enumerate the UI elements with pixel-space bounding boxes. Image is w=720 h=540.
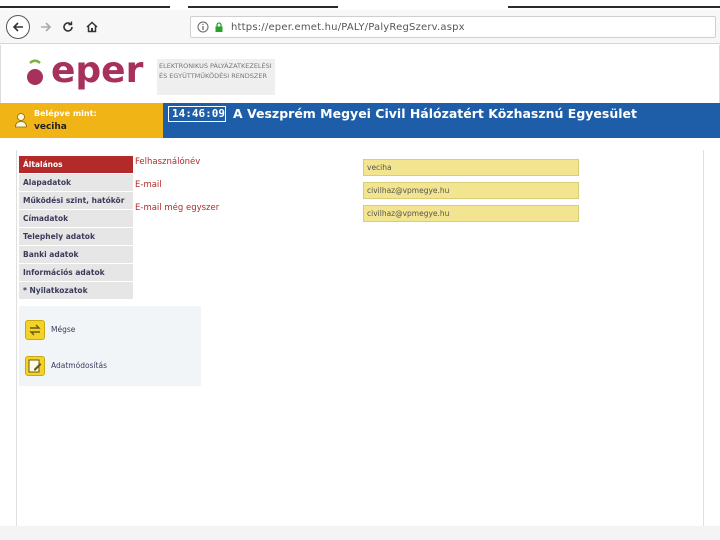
lock-icon	[215, 22, 223, 32]
login-username: veciha	[34, 122, 67, 132]
email-confirm-field[interactable]: civilhaz@vpmegye.hu	[363, 205, 579, 222]
sidebar-item-mukodesi-szint[interactable]: Működési szint, hatókör	[19, 192, 133, 210]
cancel-icon	[25, 320, 45, 340]
back-button[interactable]	[6, 15, 30, 39]
email-label: E-mail	[135, 180, 162, 190]
reload-icon	[63, 21, 73, 32]
username-label: Felhasználónév	[135, 157, 201, 167]
user-icon	[15, 113, 27, 128]
home-button[interactable]	[80, 15, 104, 39]
username-field[interactable]: veciha	[363, 159, 579, 176]
form-row-email-confirm: E-mail még egyszer civilhaz@vpmegye.hu	[135, 202, 585, 225]
sidebar-menu: Általános Alapadatok Működési szint, hat…	[19, 156, 133, 300]
modify-data-button[interactable]: Adatmódosítás	[23, 354, 198, 378]
eper-logo-icon	[27, 59, 43, 85]
sidebar-item-altalanos[interactable]: Általános	[19, 156, 133, 174]
email-confirm-label: E-mail még egyszer	[135, 203, 220, 213]
action-panel: Mégse Adatmódosítás	[19, 306, 201, 386]
edit-icon	[25, 356, 45, 376]
forward-button[interactable]	[34, 15, 58, 39]
logo-subtitle-line1: ELEKTRONIKUS PÁLYÁZATKEZELÉSI	[159, 62, 272, 70]
page: https://eper.emet.hu/PALY/PalyRegSzerv.a…	[0, 0, 720, 540]
form-row-email: E-mail civilhaz@vpmegye.hu	[135, 179, 585, 202]
cancel-button[interactable]: Mégse	[23, 318, 198, 342]
logo-subtitle-line2: ÉS EGYÜTTMŰKÖDÉSI RENDSZER	[159, 72, 267, 80]
bottom-edge	[0, 526, 720, 540]
header-bar: Belépve mint: veciha 14:46:09 A Veszprém…	[0, 103, 720, 138]
arrow-left-icon	[12, 22, 23, 32]
logo-band: eper ELEKTRONIKUS PÁLYÁZATKEZELÉSI ÉS EG…	[0, 45, 720, 103]
url-text: https://eper.emet.hu/PALY/PalyRegSzerv.a…	[231, 22, 465, 33]
sidebar-item-informacios-adatok[interactable]: Információs adatok	[19, 264, 133, 282]
info-icon[interactable]	[197, 21, 209, 33]
login-info: Belépve mint: veciha	[0, 103, 163, 138]
logo-subtitle: ELEKTRONIKUS PÁLYÁZATKEZELÉSI ÉS EGYÜTTM…	[157, 59, 275, 95]
session-clock: 14:46:09	[168, 106, 226, 122]
sidebar-item-cimadatok[interactable]: Címadatok	[19, 210, 133, 228]
sidebar-item-alapadatok[interactable]: Alapadatok	[19, 174, 133, 192]
organization-name: A Veszprém Megyei Civil Hálózatért Közha…	[233, 106, 637, 121]
address-bar[interactable]: https://eper.emet.hu/PALY/PalyRegSzerv.a…	[190, 16, 716, 38]
browser-toolbar: https://eper.emet.hu/PALY/PalyRegSzerv.a…	[0, 10, 720, 44]
logo-wordmark: eper	[51, 50, 144, 91]
sidebar-item-nyilatkozatok[interactable]: * Nyilatkozatok	[19, 282, 133, 300]
form-row-username: Felhasználónév veciha	[135, 156, 585, 179]
reload-button[interactable]	[56, 15, 80, 39]
main-content: Általános Alapadatok Működési szint, hat…	[16, 150, 704, 526]
modify-data-label: Adatmódosítás	[51, 361, 107, 370]
sidebar-item-banki-adatok[interactable]: Banki adatok	[19, 246, 133, 264]
home-icon	[86, 21, 98, 33]
sidebar-item-telephely-adatok[interactable]: Telephely adatok	[19, 228, 133, 246]
email-field[interactable]: civilhaz@vpmegye.hu	[363, 182, 579, 199]
window-top-strip	[0, 0, 720, 10]
login-label: Belépve mint:	[34, 109, 97, 118]
arrow-right-icon	[41, 22, 52, 32]
account-form: Felhasználónév veciha E-mail civilhaz@vp…	[135, 156, 585, 225]
cancel-label: Mégse	[51, 325, 76, 334]
